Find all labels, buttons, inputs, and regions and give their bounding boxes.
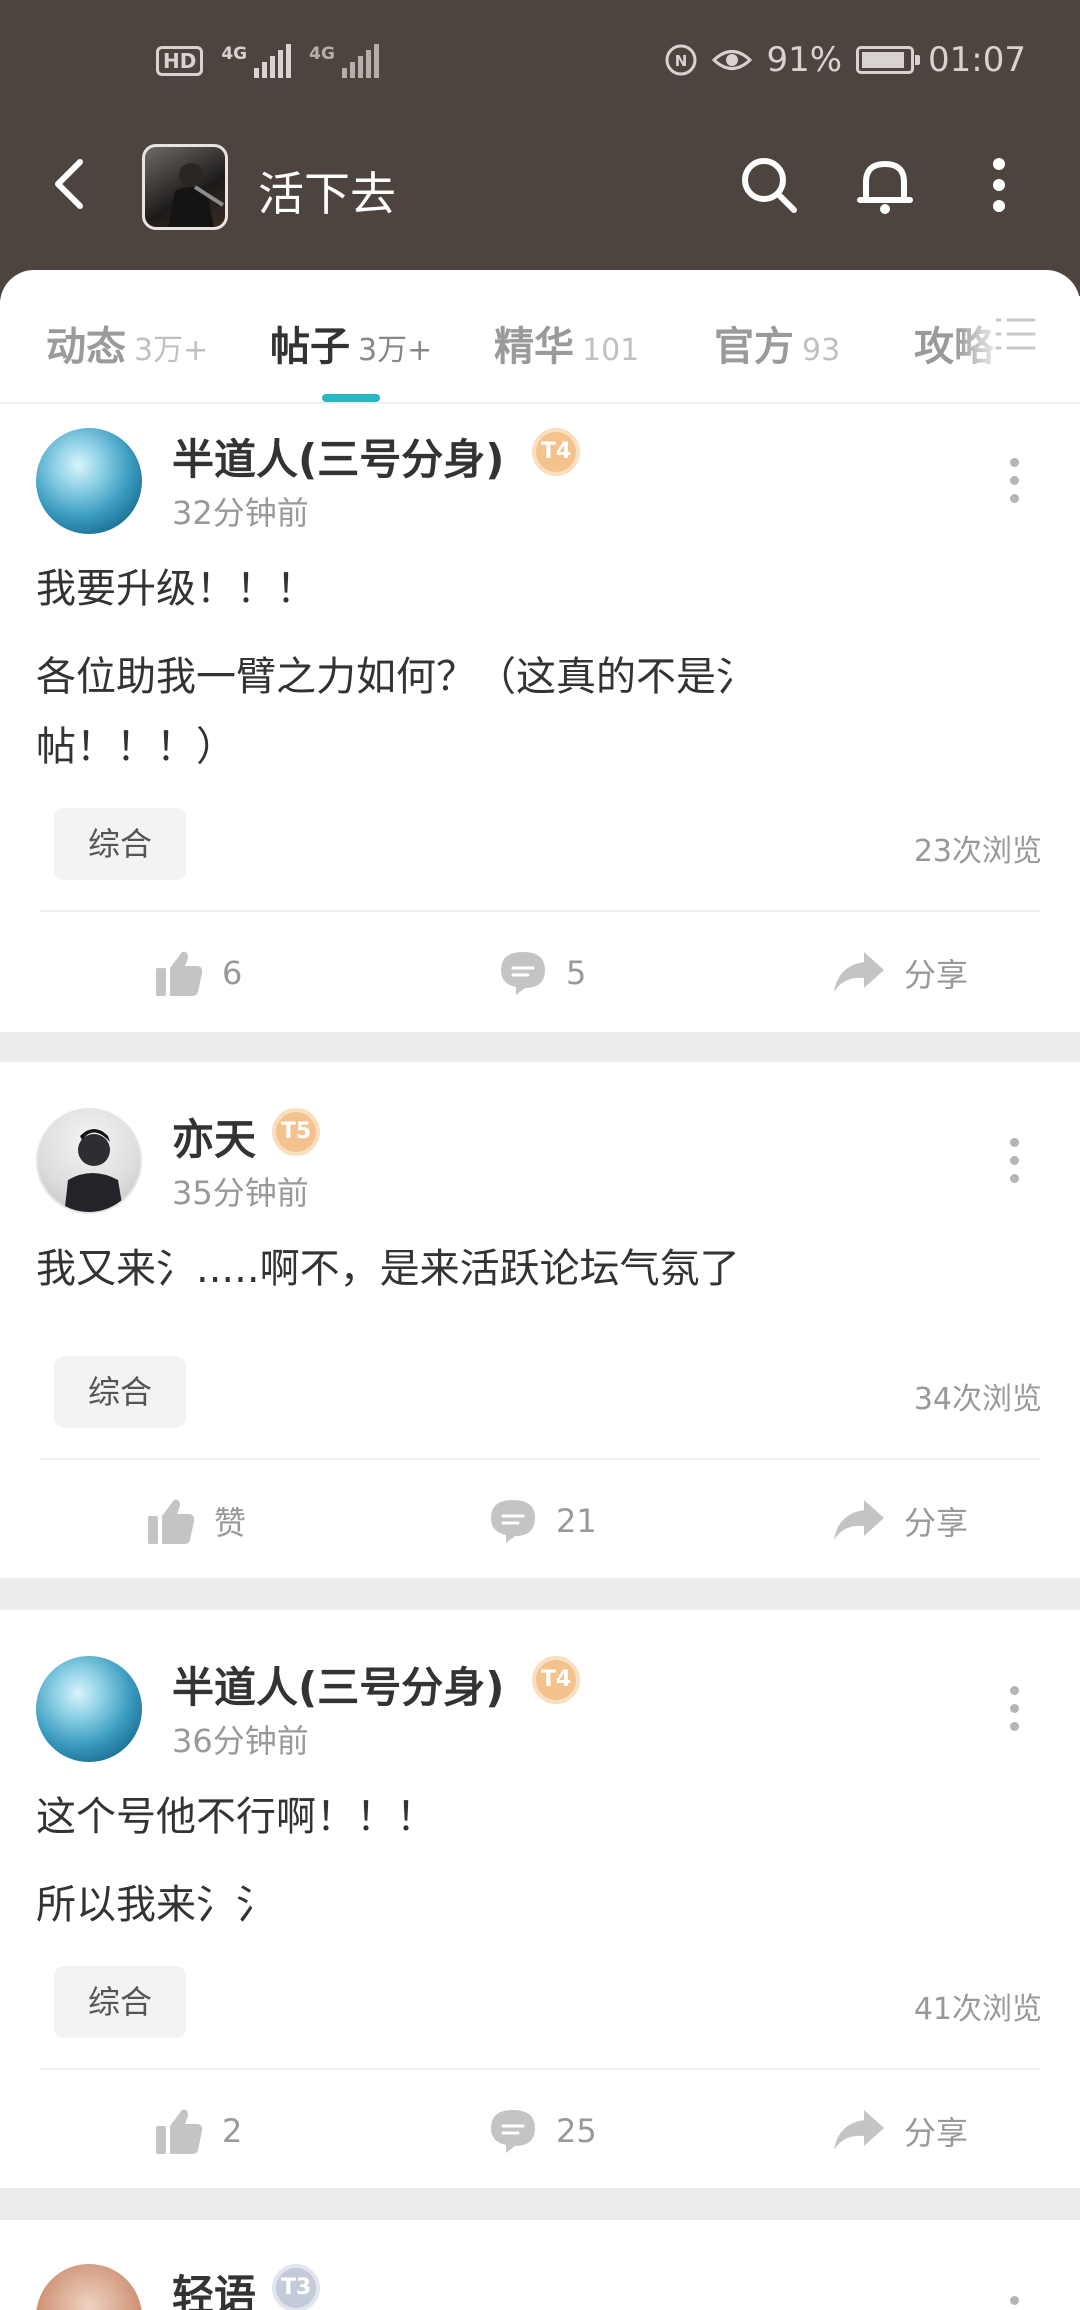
comment-button[interactable]: 5 [498,948,586,998]
back-arrow-icon[interactable] [40,152,104,216]
like-button[interactable]: 赞 [146,1496,246,1546]
signal-icon-sim2: 4G [309,44,379,78]
share-button[interactable]: 分享 [832,1496,968,1546]
comment-button[interactable]: 21 [488,1496,597,1546]
divider [40,910,1040,912]
active-tab-indicator [322,394,380,402]
comment-icon [491,1500,535,1543]
search-icon[interactable] [736,152,802,218]
tab-list-button[interactable] [956,296,1080,376]
post-more-icon[interactable] [1004,458,1024,508]
avatar[interactable] [36,1656,142,1762]
share-arrow-icon [834,2110,884,2150]
like-button[interactable]: 2 [154,2106,242,2156]
view-count: 34次浏览 [913,1382,1042,1417]
post-card[interactable]: 亦天 T5 35分钟前 我又来氵.....啊不，是来活跃论坛气氛了 综合 34次… [0,1062,1080,1578]
view-count: 41次浏览 [913,1992,1042,2027]
divider [40,1458,1040,1460]
status-bar: HD 4G 4G N 91% 01:07 [0,30,1080,94]
eye-comfort-icon [712,50,753,70]
thumbs-up-icon [156,951,203,996]
topic-tag[interactable]: 综合 [54,1966,186,2038]
list-menu-icon [995,318,1036,350]
like-button[interactable]: 6 [154,948,242,998]
tab-dynamic[interactable]: 动态 3万+ [46,314,208,372]
bell-icon[interactable] [852,152,918,218]
level-badge: T3 [272,2264,320,2310]
hd-voice-indicator: HD [156,46,204,76]
share-arrow-icon [834,952,884,992]
thumbs-up-icon [148,1499,195,1544]
level-badge: T4 [532,1656,580,1704]
thumbs-up-icon [156,2109,203,2154]
signal-icon: 4G [221,44,292,78]
post-card[interactable]: 轻语 T3 [0,2220,1080,2310]
post-content[interactable]: 这个号他不行啊！！！ 所以我来氵氵 [36,1782,836,1940]
top-bar: 活下去 [0,130,1080,240]
level-badge: T5 [272,1108,320,1156]
view-count: 23次浏览 [913,834,1042,869]
tab-featured[interactable]: 精华 101 [494,314,639,372]
topic-tag[interactable]: 综合 [54,1356,186,1428]
app-header: HD 4G 4G N 91% 01:07 活下去 [0,0,1080,300]
post-username[interactable]: 亦天 [172,1106,256,1167]
share-button[interactable]: 分享 [832,2106,968,2156]
avatar[interactable] [36,2264,142,2310]
clock: 01:07 [928,40,1026,80]
comment-icon [501,952,545,995]
svg-text:N: N [675,52,688,70]
post-username[interactable]: 半道人(三号分身) [172,1654,504,1715]
comment-icon [491,2110,535,2153]
share-arrow-icon [834,1500,884,1540]
battery-level [862,52,905,68]
share-button[interactable]: 分享 [832,948,968,998]
post-card[interactable]: 半道人(三号分身) T4 32分钟前 我要升级！！！ 各位助我一臂之力如何？（这… [0,404,1080,1032]
battery-percent: 91% [766,40,843,80]
page-title: 活下去 [258,167,396,221]
post-time: 32分钟前 [172,494,309,532]
post-username[interactable]: 轻语 [172,2262,256,2310]
avatar[interactable] [36,428,142,534]
nfc-icon: N [665,44,697,76]
avatar[interactable] [36,1108,142,1214]
topic-tag[interactable]: 综合 [54,808,186,880]
comment-button[interactable]: 25 [488,2106,597,2156]
divider [40,2068,1040,2070]
tab-bar: 动态 3万+ 帖子 3万+ 精华 101 官方 93 攻略 [0,270,1080,404]
post-time: 36分钟前 [172,1722,309,1760]
tab-official[interactable]: 官方 93 [714,314,840,372]
post-more-icon[interactable] [1004,1686,1024,1736]
post-content[interactable]: 我要升级！！！ 各位助我一臂之力如何？（这真的不是氵 帖！！！） [36,554,836,782]
game-icon[interactable] [142,144,228,230]
post-more-icon[interactable] [1004,1138,1024,1188]
post-content[interactable]: 我又来氵.....啊不，是来活跃论坛气氛了 [36,1234,836,1304]
post-more-icon[interactable] [1004,2296,1024,2310]
battery-icon [856,46,921,74]
tab-posts[interactable]: 帖子 3万+ [270,314,432,372]
post-username[interactable]: 半道人(三号分身) [172,426,504,487]
post-time: 35分钟前 [172,1174,309,1212]
post-card[interactable]: 半道人(三号分身) T4 36分钟前 这个号他不行啊！！！ 所以我来氵氵 综合 … [0,1610,1080,2188]
level-badge: T4 [532,428,580,476]
more-vertical-icon[interactable] [966,152,1032,218]
